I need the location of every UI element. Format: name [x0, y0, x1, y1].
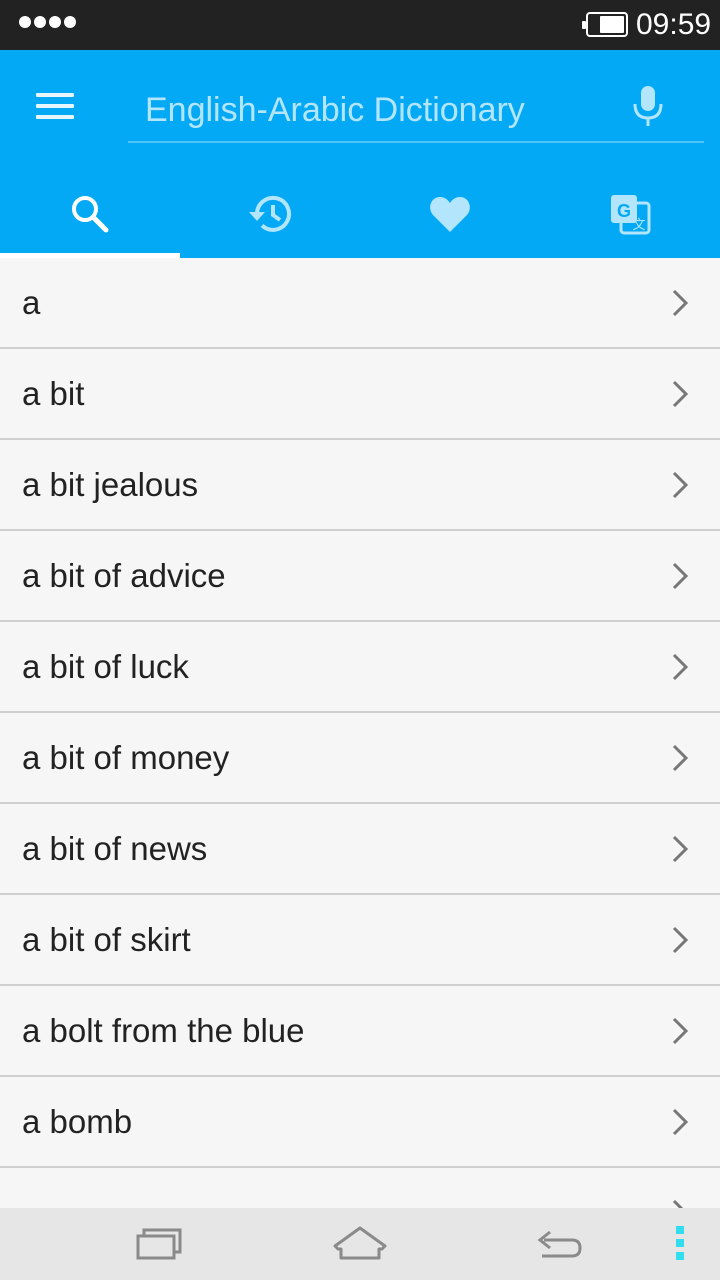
chevron-right-icon: [672, 471, 689, 499]
list-item-label: a bit of luck: [22, 647, 189, 685]
home-icon[interactable]: [332, 1222, 388, 1266]
svg-text:文: 文: [632, 218, 645, 233]
chevron-right-icon: [672, 1108, 689, 1136]
list-item[interactable]: a: [0, 258, 720, 349]
list-item[interactable]: a bomb: [0, 1077, 720, 1168]
back-icon[interactable]: [534, 1222, 586, 1266]
search-input[interactable]: [128, 80, 704, 143]
word-list: a a bit a bit jealous a bit of advice a …: [0, 258, 720, 1208]
mic-icon[interactable]: [628, 84, 668, 130]
tab-favorites[interactable]: [360, 170, 540, 258]
chevron-right-icon: [672, 926, 689, 954]
list-item-label: a bit of skirt: [22, 920, 191, 958]
list-item[interactable]: a bit of skirt: [0, 895, 720, 986]
chevron-right-icon: [672, 1199, 684, 1208]
heart-icon: [430, 197, 470, 232]
list-item-label: a bit jealous: [22, 465, 199, 503]
translate-icon: G 文: [611, 195, 651, 235]
list-item[interactable]: a bit: [0, 349, 720, 440]
list-item-label: a: [22, 283, 41, 321]
list-item-label: a bit of money: [22, 738, 230, 776]
list-item-label: a bit of advice: [22, 556, 226, 594]
list-item-label: a bit: [22, 374, 85, 412]
system-nav-bar: [0, 1208, 720, 1280]
chevron-right-icon: [672, 562, 689, 590]
tab-search[interactable]: [0, 170, 180, 258]
chevron-right-icon: [672, 380, 689, 408]
list-item[interactable]: a bit of money: [0, 713, 720, 804]
more-dots-icon[interactable]: [676, 1226, 684, 1260]
battery-icon: [582, 12, 628, 37]
signal-dots-icon: [19, 16, 76, 28]
list-item-label: a bomb: [22, 1102, 133, 1140]
tab-history[interactable]: [180, 170, 360, 258]
recent-apps-icon[interactable]: [134, 1222, 186, 1266]
status-bar: 09:59: [0, 0, 720, 50]
tab-translate[interactable]: G 文: [540, 170, 720, 258]
list-item[interactable]: a bit of luck: [0, 622, 720, 713]
history-icon: [249, 195, 291, 232]
list-item[interactable]: a bolt from the blue: [0, 986, 720, 1077]
status-time: 09:59: [636, 8, 712, 41]
list-item[interactable]: a bit jealous: [0, 440, 720, 531]
app-bar: G 文: [0, 50, 720, 258]
list-item[interactable]: a bit of advice: [0, 531, 720, 622]
search-icon: [72, 196, 109, 233]
chevron-right-icon: [672, 289, 689, 317]
list-item[interactable]: a bit of news: [0, 804, 720, 895]
chevron-right-icon: [672, 1017, 689, 1045]
list-item-label: a bolt from the blue: [22, 1011, 305, 1049]
list-item-label: a bit of news: [22, 829, 208, 867]
chevron-right-icon: [672, 653, 689, 681]
tab-bar: G 文: [0, 170, 720, 258]
chevron-right-icon: [672, 744, 689, 772]
list-item-partial[interactable]: [0, 1168, 720, 1208]
svg-text:G: G: [617, 201, 631, 221]
chevron-right-icon: [672, 835, 689, 863]
menu-icon[interactable]: [36, 93, 76, 121]
